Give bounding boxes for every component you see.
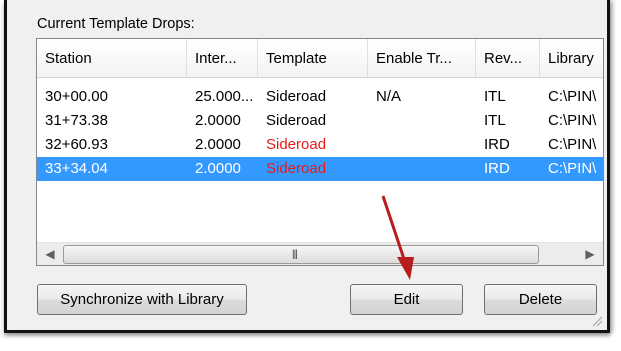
red-arrow-annotation [381,195,414,280]
